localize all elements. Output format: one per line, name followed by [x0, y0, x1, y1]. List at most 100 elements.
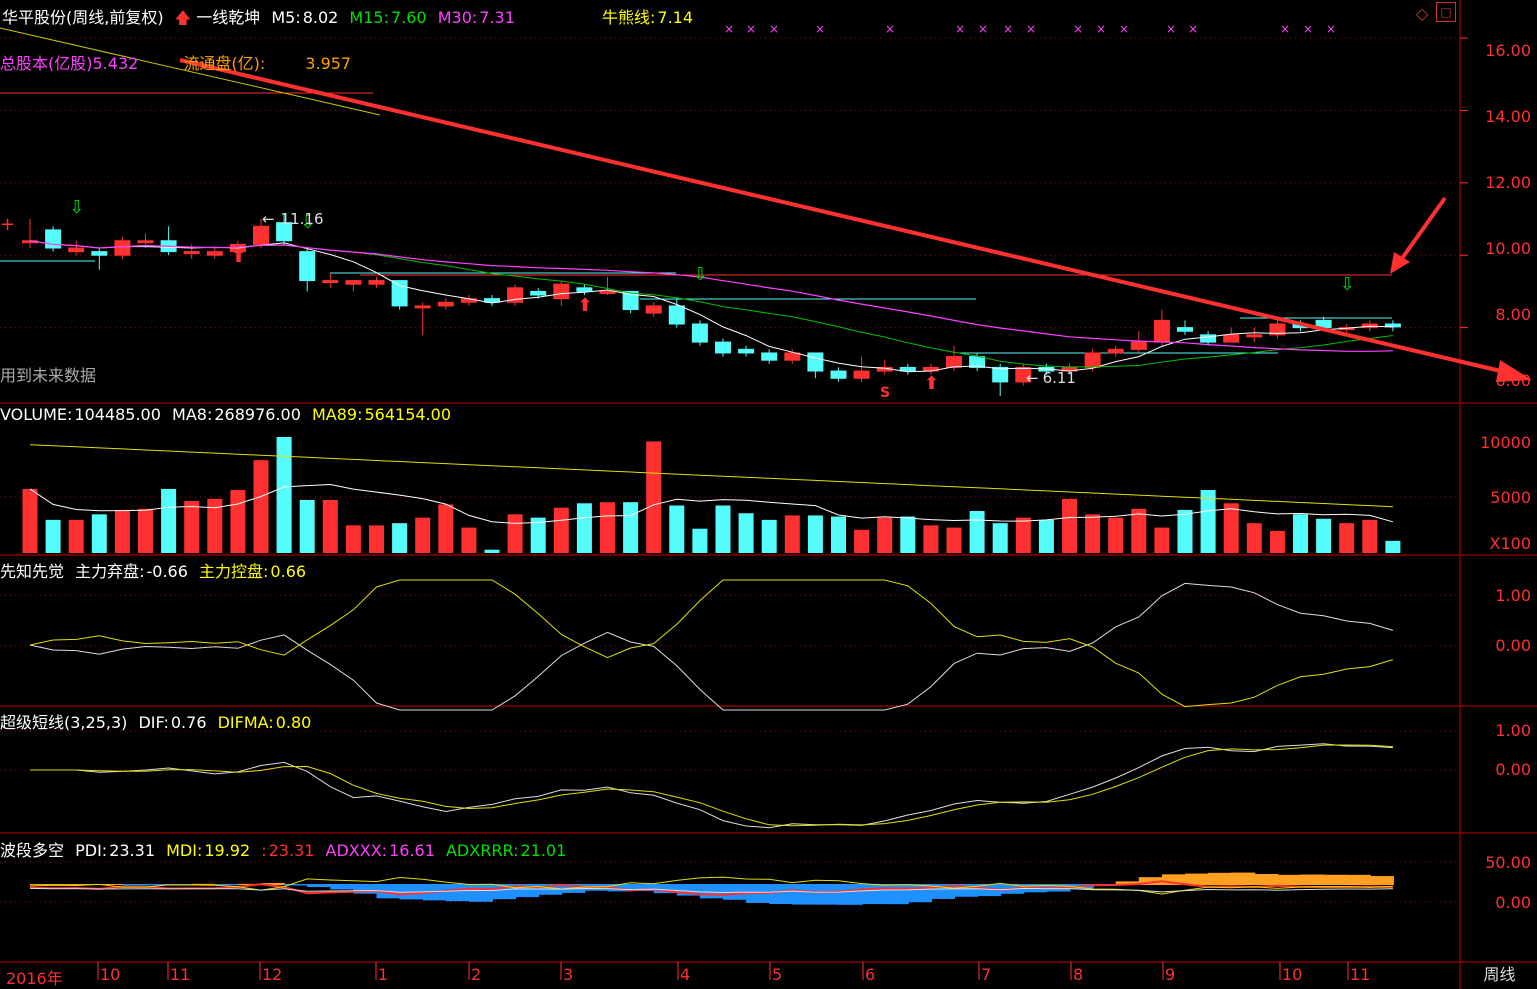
cjdx-tick: 1.00: [1495, 721, 1531, 740]
marker-x-icon: ×: [769, 22, 779, 36]
bdk-band: [1300, 874, 1325, 885]
period-selector[interactable]: 周线: [1462, 963, 1537, 989]
candle-body: [137, 240, 154, 244]
x-tick: 11: [1350, 965, 1371, 984]
control-line: [29, 579, 1394, 708]
marker-x-icon: ×: [815, 22, 825, 36]
xzxj-name[interactable]: 先知先觉: [0, 562, 64, 581]
candle-body: [368, 280, 385, 285]
candle-body: [645, 305, 662, 314]
indicator-name[interactable]: 一线乾坤: [196, 8, 260, 27]
total-shares-label: 总股本(亿股): [0, 54, 93, 73]
x-tick: 1: [378, 965, 389, 984]
diamond-icon[interactable]: ◇: [1416, 4, 1428, 23]
bdk-band: [699, 884, 724, 899]
extra-label: :: [261, 841, 267, 860]
main-header: 华平股份(周线,前复权) 🡅 一线乾坤 M5: 8.02 M15: 7.60 M30…: [2, 4, 521, 34]
volume-tick: 10000: [1480, 433, 1531, 452]
marker-x-icon: ×: [1003, 22, 1013, 36]
volume-bar: [600, 502, 615, 553]
candle-body: [807, 352, 824, 372]
volume-bar: [1015, 517, 1031, 553]
sell-signal: S: [880, 385, 891, 401]
volume-bar: [1154, 527, 1170, 553]
bdk-band: [1277, 874, 1302, 885]
marker-x-icon: ×: [885, 22, 895, 36]
bull-bear-label: 牛熊线:: [602, 8, 656, 27]
control-label: 主力控盘:: [199, 562, 269, 581]
marker-x-icon: ×: [746, 22, 756, 36]
candle-body: [946, 356, 962, 368]
xzxj-tick: 1.00: [1495, 586, 1531, 605]
trend-arrow-line: [179, 58, 1506, 374]
candle-body: [1246, 334, 1263, 338]
volume-bar: [45, 519, 61, 553]
price-tick: 6.00: [1495, 371, 1531, 390]
volume-bar: [1223, 503, 1239, 553]
volume-bar: [1362, 519, 1378, 553]
bdk-name[interactable]: 波段多空: [0, 841, 64, 860]
candle-body: [253, 225, 269, 245]
candle-body: [45, 229, 62, 249]
bdk-band: [1323, 874, 1348, 885]
volume-bar: [1339, 523, 1355, 553]
volume-bar: [831, 516, 846, 553]
volume-bar: [738, 513, 754, 553]
volume-bar: [230, 490, 246, 553]
candle-body: [761, 352, 778, 361]
future-data-note: 用到未来数据: [0, 366, 97, 385]
mdi-value: 19.92: [204, 841, 251, 860]
bdk-band: [1346, 874, 1371, 885]
candle-body: [1223, 334, 1240, 343]
bull-bear-line: 牛熊线: 7.14: [602, 4, 699, 28]
volume-bar: [1246, 523, 1262, 553]
x-tick: 2: [471, 965, 482, 984]
window-toggle-icon[interactable]: □: [1436, 2, 1456, 22]
volume-bar: [438, 504, 454, 553]
volume-bar: [1108, 517, 1124, 553]
bull-bear-value: 7.14: [657, 8, 694, 27]
stock-title[interactable]: 华平股份(周线,前复权): [2, 8, 164, 27]
float-shares-value: 3.957: [305, 54, 352, 73]
candle-body: [414, 305, 431, 309]
candle-body: [1130, 341, 1147, 350]
bdk-band: [468, 884, 493, 902]
volume-bar: [900, 516, 916, 553]
extra-value: 23.31: [268, 841, 315, 860]
candle-body: [1153, 319, 1170, 343]
candle-body: [1084, 352, 1101, 368]
m5-label: M5:: [271, 8, 301, 27]
cjdx-header: 超级短线(3,25,3) DIF: 0.76 DIFMA: 0.80: [0, 709, 317, 733]
marker-x-icon: ×: [1188, 22, 1198, 36]
volume-bar: [1385, 540, 1401, 553]
pointer-arrow-line: [1396, 196, 1447, 266]
candle-body: [553, 283, 570, 300]
candle-body: [992, 366, 1009, 383]
bdk-band: [1231, 872, 1256, 885]
candle-body: [576, 287, 593, 292]
cjdx-tick: 0.00: [1495, 760, 1531, 779]
ma89-value: 564154.00: [364, 405, 451, 424]
low-annotation: ← 6.11: [1026, 369, 1076, 387]
volume-bar: [1293, 514, 1308, 553]
price-tick: 14.00: [1485, 107, 1531, 126]
cjdx-name[interactable]: 超级短线(3,25,3): [0, 713, 127, 732]
volume-bar: [1316, 518, 1332, 553]
red-up-arrow-icon: +: [0, 214, 15, 235]
bdk-band: [122, 884, 147, 886]
candle-body: [114, 240, 131, 256]
bdk-band: [1208, 872, 1233, 885]
volume-bar: [969, 511, 985, 553]
volume-bar: [854, 529, 870, 553]
candle-body: [299, 251, 316, 282]
green-down-arrow-icon: ⇩: [693, 264, 708, 285]
x-tick: 3: [563, 965, 574, 984]
candle-body: [1107, 348, 1124, 354]
control-value: 0.66: [270, 562, 307, 581]
candle-body: [1177, 327, 1193, 332]
volume-bar: [1177, 509, 1193, 553]
candle-body: [91, 251, 108, 256]
bdk-band: [861, 884, 886, 905]
bdk-band: [1254, 874, 1279, 885]
marker-x-icon: ×: [1096, 22, 1106, 36]
